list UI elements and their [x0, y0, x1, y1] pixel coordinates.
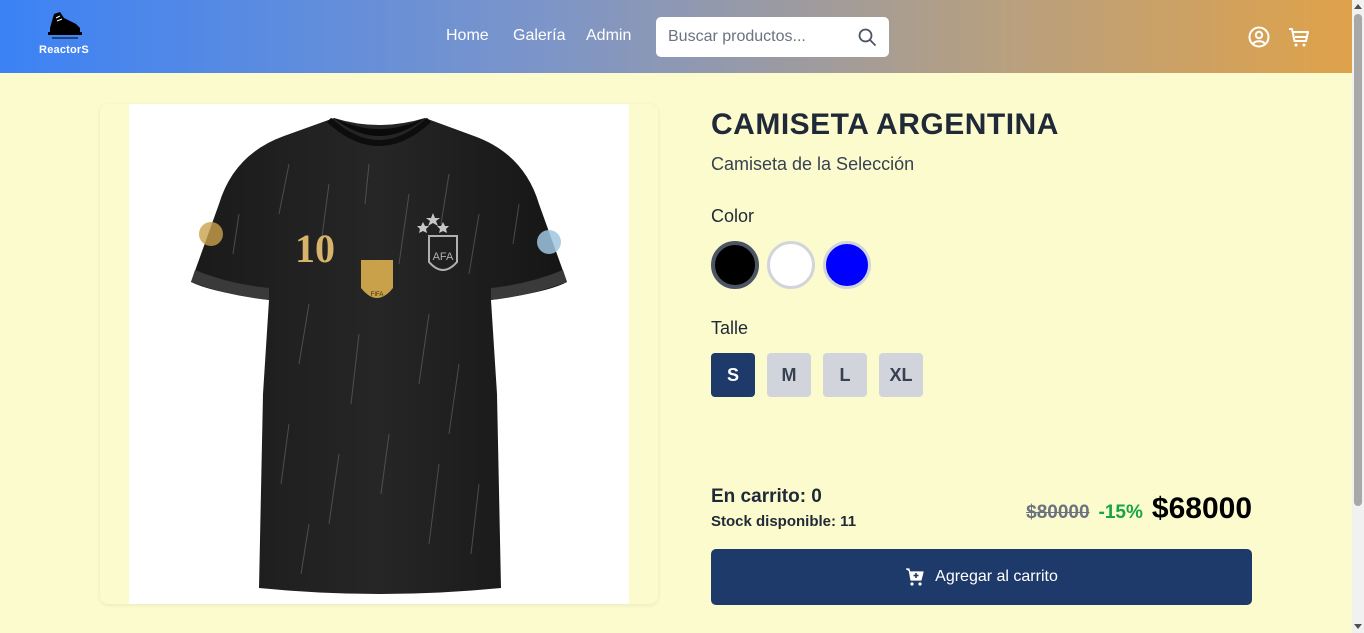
discount-badge: -15% — [1098, 502, 1143, 523]
price-row: $80000 -15% $68000 — [1026, 492, 1252, 526]
color-swatch-blue[interactable] — [823, 241, 871, 289]
product-subtitle: Camiseta de la Selección — [711, 154, 915, 174]
scroll-up-arrow-icon[interactable] — [1354, 4, 1362, 9]
color-swatch-black[interactable] — [711, 241, 759, 289]
product-title: CAMISETA ARGENTINA — [711, 108, 1059, 141]
size-button-m[interactable]: M — [767, 353, 811, 397]
search-icon[interactable] — [857, 27, 877, 47]
brand-name: ReactorS — [39, 44, 89, 56]
size-label: Talle — [711, 318, 749, 338]
size-button-l[interactable]: L — [823, 353, 867, 397]
fifa-badge: FIFA — [371, 292, 384, 298]
sneaker-icon — [48, 12, 82, 39]
jersey-image: 10 FIFA AFA — [191, 117, 567, 594]
color-label: Color — [711, 206, 755, 226]
nav-admin[interactable]: Admin — [586, 27, 631, 45]
cart-icon[interactable] — [1287, 25, 1311, 49]
nav-home[interactable]: Home — [446, 27, 489, 45]
old-price: $80000 — [1026, 502, 1090, 523]
page-scrollbar[interactable] — [1352, 0, 1364, 633]
size-button-s[interactable]: S — [711, 353, 755, 397]
final-price: $68000 — [1151, 492, 1252, 525]
scroll-thumb[interactable] — [1354, 14, 1362, 506]
stock-available: Stock disponible: 11 — [711, 513, 857, 530]
header: ReactorS Home Galería Admin — [0, 0, 1352, 73]
in-cart-count: En carrito: 0 — [711, 486, 822, 507]
afa-crest: AFA — [433, 251, 454, 263]
user-circle-icon[interactable] — [1247, 25, 1271, 49]
cart-plus-icon — [906, 568, 924, 586]
color-swatch-white[interactable] — [767, 241, 815, 289]
jersey-number: 10 — [295, 226, 335, 271]
search-input[interactable] — [668, 28, 848, 46]
add-to-cart-button[interactable]: Agregar al carrito — [711, 549, 1252, 605]
product-image: 10 FIFA AFA — [129, 104, 629, 604]
brand-logo[interactable]: ReactorS — [36, 6, 92, 64]
product-image-card: 10 FIFA AFA — [100, 104, 658, 604]
size-button-xl[interactable]: XL — [879, 353, 923, 397]
nav-galeria[interactable]: Galería — [513, 27, 565, 45]
scroll-down-arrow-icon[interactable] — [1354, 624, 1362, 629]
search-box — [656, 17, 889, 57]
add-to-cart-label: Agregar al carrito — [935, 568, 1058, 585]
